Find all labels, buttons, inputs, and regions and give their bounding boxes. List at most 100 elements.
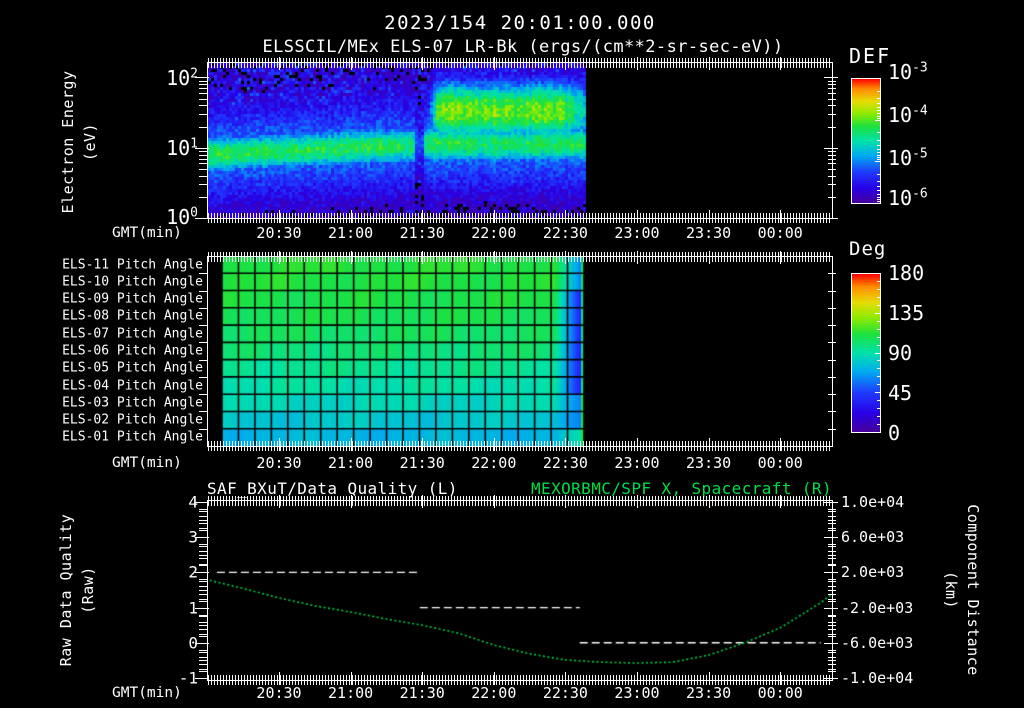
- y-tick: [199, 523, 208, 524]
- deg-cb-tick: [877, 329, 880, 330]
- exponent: -6: [912, 186, 928, 202]
- y-tick: [828, 616, 836, 617]
- y-tick: [199, 636, 208, 637]
- raw-data-quality-axis-label: Raw Data Quality: [57, 513, 75, 667]
- x-major-tick: [708, 438, 710, 451]
- y-tick: [199, 657, 208, 658]
- pitch-row-label: ELS-04 Pitch Angle: [62, 378, 203, 394]
- y-tick: [828, 669, 836, 670]
- y-tick: [828, 528, 836, 529]
- y-tick: [828, 325, 836, 326]
- y-tick: [828, 546, 836, 547]
- x-major-tick: [279, 210, 280, 223]
- x-tick-label: 21:00: [328, 224, 374, 242]
- y-tick: [828, 629, 836, 630]
- y-tick: [828, 159, 836, 160]
- x-major-tick: [780, 251, 782, 264]
- deg-cb-tick: [877, 384, 880, 385]
- y-tick: [199, 88, 208, 89]
- y-tick: [828, 169, 836, 170]
- x-minor-ticks: [208, 257, 831, 262]
- def-cb-tick: [877, 199, 880, 200]
- deg-cb-tick: [877, 400, 880, 401]
- y-tick: [828, 671, 836, 672]
- y-tick: [199, 594, 208, 595]
- x-tick-label: 23:30: [686, 224, 732, 242]
- y-tick: [828, 581, 836, 582]
- y-tick: [828, 151, 836, 152]
- y-tick: [199, 599, 208, 600]
- x-major-tick: [637, 251, 638, 264]
- def-cb-tick: [877, 159, 880, 160]
- y-tick: [824, 678, 838, 679]
- y-tick: [828, 586, 836, 587]
- x-minor-ticks: [208, 213, 831, 218]
- pitch-row-label: ELS-06 Pitch Angle: [62, 343, 203, 359]
- x-major-tick: [350, 251, 352, 264]
- x-tick-label: 22:30: [542, 454, 588, 472]
- y-tick: [828, 511, 836, 512]
- deg-cb-tick: [875, 392, 880, 393]
- x-major-tick: [422, 210, 424, 223]
- y-tick: [199, 616, 208, 617]
- y-tick: [828, 273, 836, 274]
- distance-tick-label: 6.0e+03: [841, 528, 905, 546]
- pitch-row-label: ELS-05 Pitch Angle: [62, 360, 203, 376]
- x-minor-ticks: [208, 501, 831, 506]
- def-cb-tick: [877, 197, 880, 198]
- x-major-tick: [350, 495, 352, 508]
- y-tick: [828, 520, 836, 521]
- def-cb-tick: [877, 132, 880, 133]
- pitch-row-label: ELS-01 Pitch Angle: [62, 429, 203, 445]
- x-major-tick: [350, 438, 352, 451]
- y-tick: [828, 377, 836, 378]
- x-major-tick: [565, 251, 567, 264]
- y-tick: [199, 565, 208, 566]
- deg-cb-tick: [875, 432, 880, 433]
- def-cb-tick: [877, 110, 880, 111]
- y-tick: [199, 622, 208, 623]
- y-tick: [199, 105, 208, 106]
- y-tick: [828, 551, 836, 552]
- y-tick: [199, 586, 208, 587]
- x-tick-label: 22:00: [471, 224, 517, 242]
- y-tick: [828, 544, 836, 545]
- y-tick: [199, 551, 208, 552]
- y-tick: [828, 558, 836, 559]
- component-distance-axis-units: (km): [942, 570, 960, 610]
- def-cb-tick: [877, 152, 880, 153]
- y-tick: [828, 625, 836, 626]
- x-tick-label: 23:00: [614, 684, 660, 702]
- y-tick: [199, 151, 208, 152]
- pitch-row-label: ELS-09 Pitch Angle: [62, 291, 203, 307]
- x-tick-label: 21:30: [399, 454, 445, 472]
- x-major-tick: [637, 495, 638, 508]
- energy-tick-label: 101: [166, 136, 198, 160]
- mex-els-plot-screen: 2023/154 20:01:00.000 ELSSCIL/MEx ELS-07…: [0, 0, 1024, 708]
- x-tick-label: 21:00: [328, 684, 374, 702]
- y-tick: [828, 652, 836, 653]
- x-tick-label: 23:00: [614, 454, 660, 472]
- x-minor-ticks: [208, 675, 831, 680]
- y-tick: [828, 622, 836, 623]
- y-tick: [828, 516, 836, 517]
- x-major-tick: [637, 438, 638, 451]
- def-cb-tick: [875, 161, 880, 162]
- x-minor-ticks: [208, 496, 831, 500]
- y-tick: [824, 643, 838, 644]
- y-tick: [828, 579, 836, 580]
- x-major-tick: [493, 495, 495, 508]
- y-tick: [828, 155, 836, 156]
- deg-tick-label: 0: [888, 421, 901, 445]
- def-cb-tick: [877, 155, 880, 156]
- deg-cb-tick: [877, 376, 880, 377]
- y-tick: [199, 629, 208, 630]
- def-cb-tick: [875, 78, 880, 79]
- pitch-row-label: ELS-11 Pitch Angle: [62, 257, 203, 273]
- y-tick: [828, 594, 836, 595]
- deg-tick-label: 180: [888, 261, 925, 285]
- y-tick: [828, 411, 836, 412]
- deg-tick-label: 45: [888, 381, 913, 405]
- y-tick: [199, 93, 208, 94]
- exponent: 2: [190, 66, 198, 82]
